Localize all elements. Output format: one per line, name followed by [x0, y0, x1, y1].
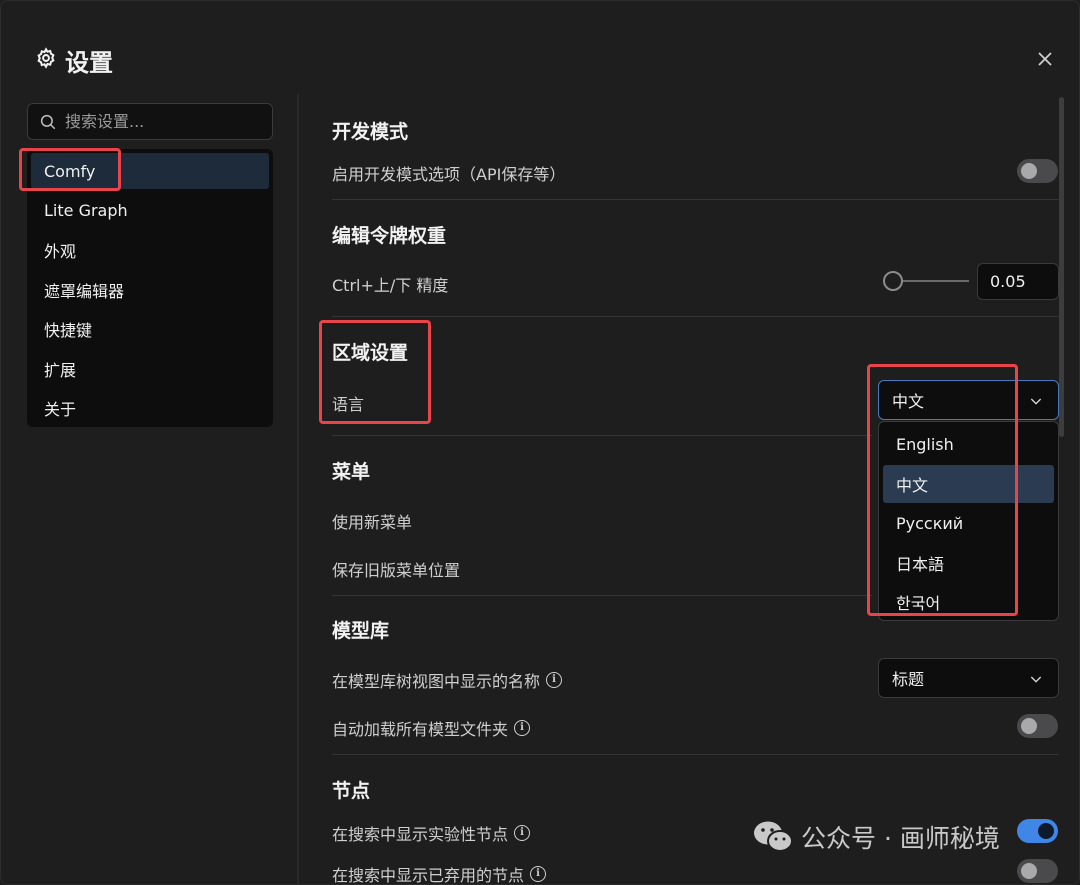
setting-row-deprecated-nodes: 在搜索中显示已弃用的节点 i [332, 862, 547, 885]
toggle-knob [1021, 718, 1037, 734]
annotation-box-language-options [867, 364, 1018, 616]
auto-load-folders-toggle[interactable] [1017, 714, 1058, 738]
sidebar-item-lite-graph[interactable]: Lite Graph [31, 193, 269, 229]
gear-icon [35, 46, 57, 75]
sidebar-item-keybindings[interactable]: 快捷键 [31, 311, 269, 347]
info-icon[interactable]: i [514, 720, 531, 736]
watermark: 公众号 · 画师秘境 [753, 819, 1000, 855]
chevron-down-icon [1030, 398, 1042, 405]
annotation-box-locale [319, 320, 431, 424]
watermark-text: 公众号 · 画师秘境 [801, 824, 1000, 853]
section-divider [332, 435, 872, 436]
section-divider [332, 754, 1059, 755]
info-icon[interactable]: i [514, 825, 531, 841]
model-name-display-value: 标题 [892, 670, 925, 689]
section-title-menu: 菜单 [332, 461, 371, 483]
setting-row-model-name-display: 在模型库树视图中显示的名称 i [332, 668, 563, 692]
section-divider [332, 316, 1059, 317]
sidebar-item-extensions[interactable]: 扩展 [31, 351, 269, 387]
section-title-model-library: 模型库 [332, 620, 390, 642]
dialog-header: 设置 [35, 43, 113, 78]
experimental-nodes-toggle[interactable] [1017, 819, 1058, 843]
setting-row-experimental-nodes: 在搜索中显示实验性节点 i [332, 821, 531, 845]
setting-label-legacy-menu-position: 保存旧版菜单位置 [332, 561, 461, 580]
close-icon[interactable] [1033, 47, 1057, 71]
section-divider [332, 199, 1059, 200]
toggle-knob [1021, 163, 1037, 179]
dev-mode-toggle[interactable] [1017, 159, 1058, 183]
close-button[interactable] [1033, 47, 1057, 71]
section-title-nodes: 节点 [332, 780, 371, 802]
setting-label-precision: Ctrl+上/下 精度 [332, 276, 449, 295]
section-title-dev-mode: 开发模式 [332, 121, 409, 143]
setting-row-auto-load-folders: 自动加载所有模型文件夹 i [332, 716, 531, 740]
model-name-display-select[interactable]: 标题 [878, 658, 1059, 698]
search-box[interactable] [27, 103, 273, 140]
setting-label-new-menu: 使用新菜单 [332, 513, 413, 532]
annotation-box-comfy [19, 148, 121, 191]
toggle-knob [1021, 863, 1037, 879]
content-scrollbar[interactable] [1059, 97, 1064, 437]
info-icon[interactable]: i [546, 672, 563, 688]
setting-label-dev-mode: 启用开发模式选项（API保存等） [332, 165, 566, 184]
deprecated-nodes-toggle[interactable] [1017, 859, 1058, 883]
setting-label-deprecated-nodes: 在搜索中显示已弃用的节点 [332, 866, 525, 885]
sidebar-item-about[interactable]: 关于 [31, 390, 269, 426]
settings-dialog: 设置 Comfy Lite Graph 外观 遮罩编辑器 快捷键 扩展 关于 开… [0, 0, 1080, 885]
toggle-knob [1038, 823, 1054, 839]
sidebar-item-mask-editor[interactable]: 遮罩编辑器 [31, 272, 269, 308]
setting-label-experimental-nodes: 在搜索中显示实验性节点 [332, 825, 509, 844]
wechat-icon [754, 821, 793, 852]
search-icon [40, 114, 56, 129]
setting-label-model-name-display: 在模型库树视图中显示的名称 [332, 672, 541, 691]
search-input[interactable] [65, 112, 255, 131]
section-title-token-weight: 编辑令牌权重 [332, 225, 447, 247]
section-divider [332, 595, 872, 596]
setting-label-auto-load-folders: 自动加载所有模型文件夹 [332, 720, 509, 739]
precision-input[interactable] [977, 263, 1059, 300]
dialog-title: 设置 [65, 49, 113, 77]
sidebar-divider [297, 94, 299, 885]
info-icon[interactable]: i [530, 866, 547, 882]
sidebar-item-appearance[interactable]: 外观 [31, 232, 269, 268]
precision-slider-handle[interactable] [883, 271, 903, 291]
chevron-down-icon [1030, 676, 1042, 683]
